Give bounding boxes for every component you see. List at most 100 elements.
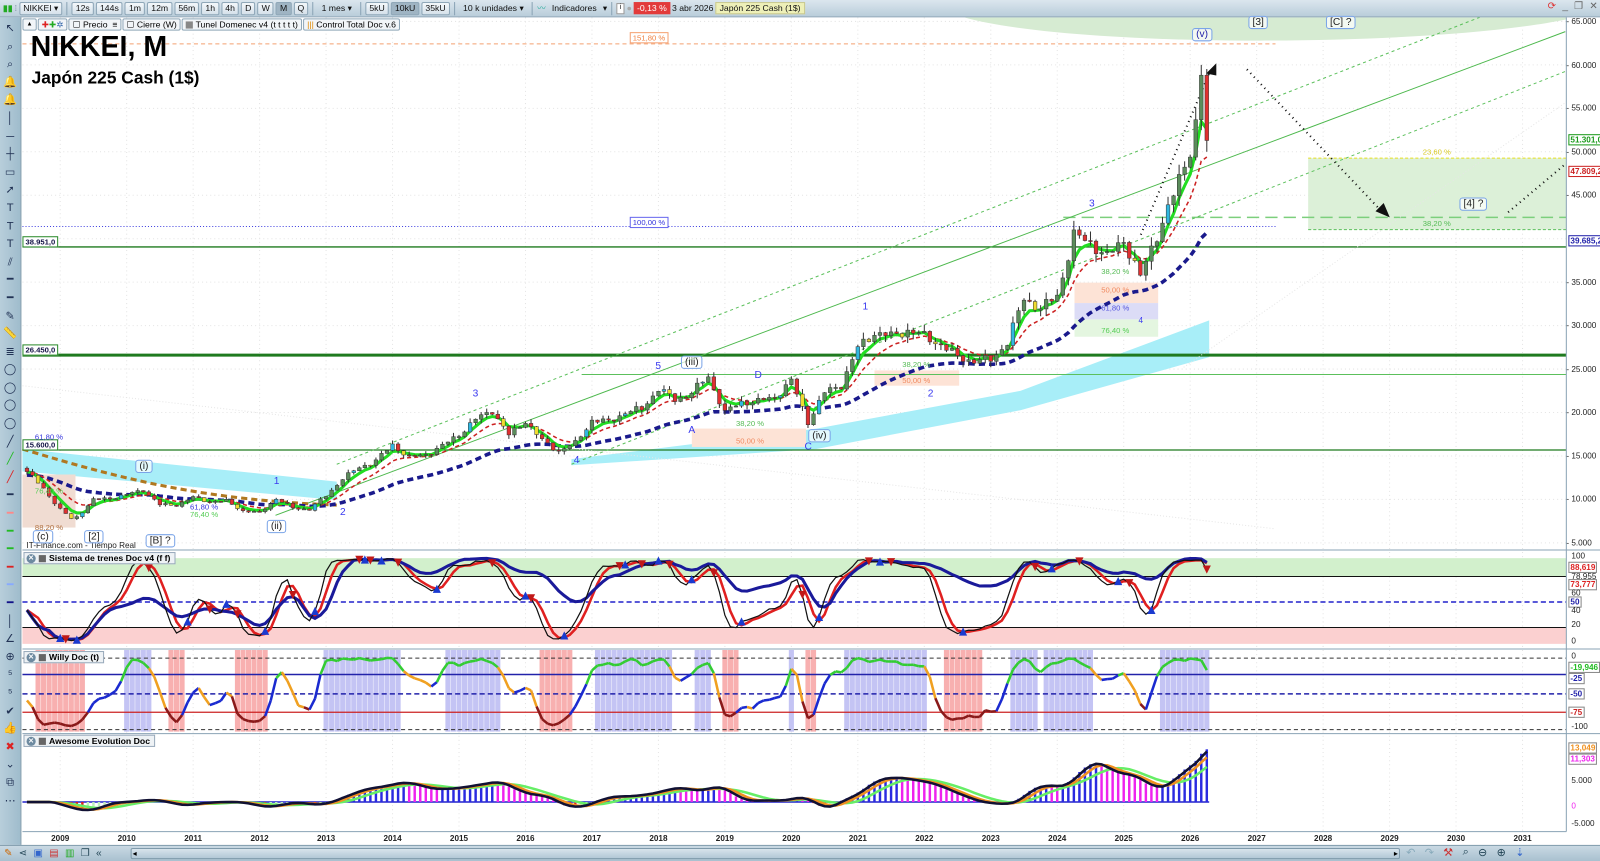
close-icon[interactable]: ✕ [1589,1,1598,12]
alert-icon[interactable]: 🔔 [2,92,18,109]
windows-icon[interactable]: ❐ [81,848,90,859]
vertical-bar-icon[interactable]: │ [2,613,18,630]
timeframe-button-Q[interactable]: Q [293,1,309,15]
trendline-black-icon[interactable]: ╱ [2,433,18,450]
timeframe-button-144s[interactable]: 144s [95,1,123,15]
trendline-red-icon[interactable]: ╱ [2,469,18,486]
zoom-fit-icon[interactable]: ⌕ [1463,846,1469,859]
chat-icon[interactable]: ▣ [33,848,43,859]
checkmark-icon[interactable]: ✔ [2,703,18,720]
line-navy-icon[interactable]: ━ [2,595,18,612]
close-panel-icon[interactable]: ✕ [26,553,36,563]
ellipse-icon-4[interactable]: ◯ [2,415,18,432]
panel-header-trenes[interactable]: ✕ Sistema de trenes Doc v4 (f f) [23,552,176,565]
info-icon[interactable]: i [616,2,625,14]
text-icon[interactable]: T [2,200,18,217]
line-salmon-icon[interactable]: ━ [2,505,18,522]
units-select[interactable]: 10 k unidades ▾ [459,2,528,15]
ellipse-icon-3[interactable]: ◯ [2,397,18,414]
scroll-end-icon[interactable]: ⇣ [1515,846,1524,859]
timeframe-button-1h[interactable]: 1h [201,1,220,15]
timeframe-button-1m[interactable]: 1m [124,1,146,15]
indicators-dropdown-icon[interactable]: ▾ [603,3,607,14]
timeframe-button-4h[interactable]: 4h [221,1,240,15]
trendline-green-icon[interactable]: ╱ [2,451,18,468]
panel-header-awesome[interactable]: ✕ Awesome Evolution Doc [23,734,156,747]
draw-edit-icon[interactable]: ✎ [4,848,13,859]
channel-icon[interactable]: ⫽ [2,254,18,271]
legend-control-total[interactable]: ||| Control Total Doc v.6 [303,18,401,31]
cursor-icon[interactable]: ↖ [2,20,18,37]
scroll-right-icon[interactable]: ▸ [1394,849,1398,858]
timeframe-button-D[interactable]: D [241,1,256,15]
ruler-icon[interactable]: 📏 [2,326,18,343]
text-marker-icon[interactable]: T [2,236,18,253]
cross-line-icon[interactable]: ┼ [2,146,18,163]
indicators-button[interactable]: Indicadores [548,2,601,15]
thumbs-up-icon[interactable]: 👍 [2,721,18,738]
indicators-icon[interactable]: 〰 [537,2,546,14]
add-red-icon[interactable]: ✚ [42,19,49,30]
legend-close[interactable]: ☐ Cierre (W) [122,18,181,31]
angle-icon[interactable]: ∠ [2,631,18,648]
alert-edit-icon[interactable]: 🔔 [2,74,18,91]
text-box-icon[interactable]: T [2,218,18,235]
timeframe-button-12s[interactable]: 12s [71,1,94,15]
timeframe-button-12m[interactable]: 12m [147,1,173,15]
collapse-toggle[interactable]: ▲ [22,18,37,31]
pen-icon[interactable]: ✎ [2,308,18,325]
layers-icon[interactable]: ⧉ [2,774,18,791]
scroll-left-fast-icon[interactable]: « [96,848,102,859]
sync-icon[interactable]: ⟳ [1548,1,1557,12]
scroll-left-icon[interactable]: ◂ [133,849,137,858]
report-icon[interactable]: ▤ [49,848,59,859]
line-tool-icon-2[interactable]: ━ [2,290,18,307]
undo-icon[interactable]: ↶ [1406,846,1415,859]
elliott-abc-icon[interactable]: ⁵ [2,685,18,702]
line-lightblue-icon[interactable]: ━ [2,577,18,594]
timeframe-button-56m[interactable]: 56m [174,1,200,15]
line-tool-icon[interactable]: ━ [2,272,18,289]
panel-header-willy[interactable]: ✕ Willy Doc (t) [23,651,105,664]
line-green-icon[interactable]: ━ [2,523,18,540]
unit-button-5kU[interactable]: 5kU [365,1,389,15]
share-icon[interactable]: ⋖ [19,848,28,859]
elliott-icon[interactable]: ⁵ [2,667,18,684]
settings-icon[interactable]: ✲ [56,19,63,30]
timeframe-button-W[interactable]: W [257,1,274,15]
zoom-area-icon[interactable]: ⌕ [2,56,18,73]
line-darkgreen-icon[interactable]: ━ [2,541,18,558]
unit-button-10kU[interactable]: 10kU [390,1,420,15]
close-panel-icon[interactable]: ✕ [26,652,36,662]
vertical-line-icon[interactable]: │ [2,110,18,127]
more-icon[interactable]: ⋯ [2,792,18,809]
zoom-in-icon[interactable]: ⊕ [1497,846,1506,859]
delete-icon[interactable]: ✖ [2,739,18,756]
legend-price[interactable]: ☐ Precio ≡ [68,18,122,31]
symbol-selector[interactable]: NIKKEI ▾ [19,1,63,15]
chart-canvas[interactable] [0,0,1600,861]
rectangle-icon[interactable]: ▭ [2,164,18,181]
horizontal-line-icon[interactable]: ─ [2,128,18,145]
horizontal-scrollbar[interactable]: ◂ ▸ [130,847,1400,860]
period-select[interactable]: 1 mes ▾ [317,2,356,15]
close-panel-icon[interactable]: ✕ [26,736,36,746]
ellipse-icon[interactable]: ◯ [2,362,18,379]
compare-icon[interactable]: ▥ [65,848,75,859]
collapse-icon[interactable]: ⌄ [2,756,18,773]
arrow-icon[interactable]: ➚ [2,182,18,199]
line-red-icon[interactable]: ━ [2,559,18,576]
minimize-icon[interactable]: _ [1562,1,1568,12]
legend-tunel[interactable]: Tunel Domenec v4 (t t t t t) [181,18,303,31]
zoom-icon[interactable]: ⌕ [2,38,18,55]
timeframe-button-M[interactable]: M [275,1,292,15]
ellipse-icon-2[interactable]: ◯ [2,379,18,396]
unit-button-35kU[interactable]: 35kU [421,1,450,15]
line-gray-icon[interactable]: ━ [2,487,18,504]
fibonacci-icon[interactable]: ≣ [2,344,18,361]
add-green-icon[interactable]: ✚ [49,19,56,30]
add-icons[interactable]: ✚ ✚ ✲ [37,18,68,31]
target-icon[interactable]: ⊕ [2,649,18,666]
chart-type-icon[interactable]: ▮▮ [3,3,13,14]
zoom-out-icon[interactable]: ⊖ [1478,846,1487,859]
